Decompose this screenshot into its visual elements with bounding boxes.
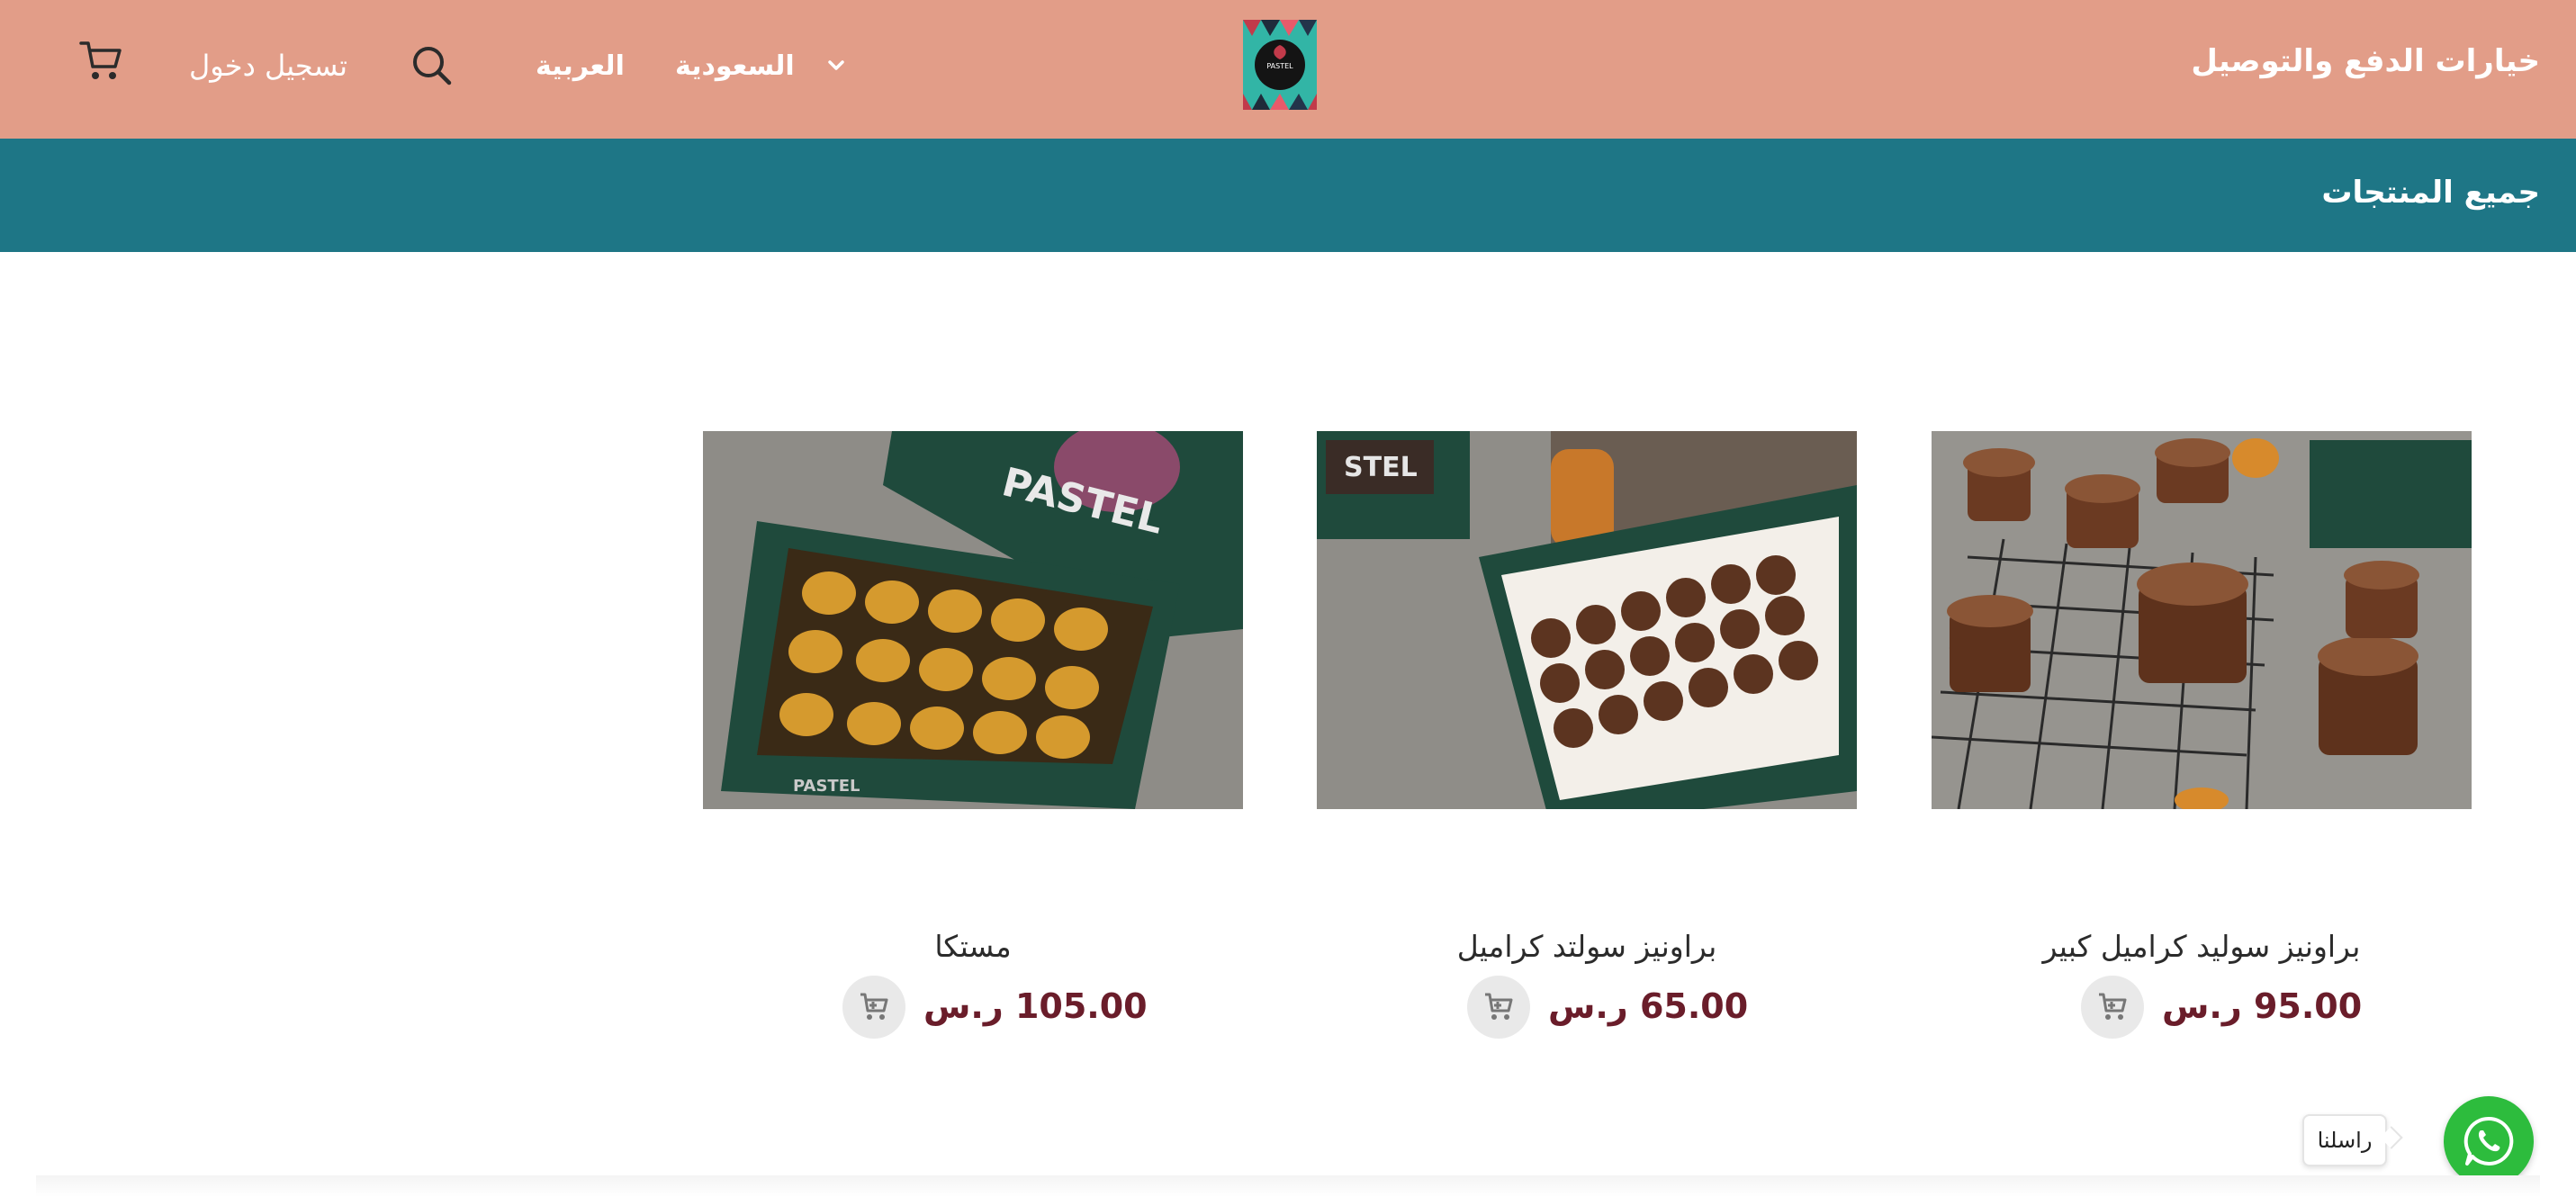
footer-edge <box>36 1175 2540 1197</box>
svg-text:PASTEL: PASTEL <box>793 777 860 796</box>
add-to-cart-button[interactable] <box>842 976 905 1039</box>
language-selector[interactable]: العربية <box>536 50 625 82</box>
logo-text: PASTEL <box>1266 62 1293 70</box>
cart-icon <box>2099 993 2127 1020</box>
category-bar: جميع المنتجات <box>0 139 2576 252</box>
category-title: جميع المنتجات <box>2321 175 2540 211</box>
add-to-cart-button[interactable] <box>1467 976 1530 1039</box>
whatsapp-button[interactable] <box>2444 1096 2534 1186</box>
product-name[interactable]: براونيز سوليد كراميل كبير <box>1932 929 2472 964</box>
chat-label[interactable]: راسلنا <box>2302 1114 2387 1166</box>
product-card[interactable]: PASTEL PASTEL مستكا 105.00 ر.س <box>703 431 1243 1043</box>
product-image[interactable]: STEL <box>1317 431 1857 809</box>
product-price: 105.00 ر.س <box>923 986 1148 1026</box>
price-row: 95.00 ر.س <box>1932 976 2472 1039</box>
product-name[interactable]: براونيز سولتد كراميل <box>1317 929 1857 964</box>
cart-icon <box>1485 993 1513 1020</box>
country-selector[interactable]: السعودية <box>675 50 795 82</box>
cart-icon <box>860 993 888 1020</box>
cart-icon[interactable] <box>77 38 126 85</box>
chevron-down-icon[interactable] <box>821 50 851 81</box>
pastel-logo[interactable]: PASTEL <box>1243 20 1317 110</box>
price-row: 65.00 ر.س <box>1317 976 1857 1039</box>
product-name[interactable]: مستكا <box>703 929 1243 964</box>
product-card[interactable]: STEL براونيز سولتد كراميل 65.00 ر.س <box>1317 431 1857 1043</box>
product-image[interactable]: PASTEL PASTEL <box>703 431 1243 809</box>
price-row: 105.00 ر.س <box>703 976 1243 1039</box>
payment-delivery-link[interactable]: خيارات الدفع والتوصيل <box>2191 43 2540 79</box>
product-price: 65.00 ر.س <box>1548 986 1749 1026</box>
product-card[interactable]: براونيز سوليد كراميل كبير 95.00 ر.س <box>1932 431 2472 1043</box>
whatsapp-icon <box>2463 1116 2514 1166</box>
product-price: 95.00 ر.س <box>2162 986 2363 1026</box>
add-to-cart-button[interactable] <box>2081 976 2144 1039</box>
login-link[interactable]: تسجيل دخول <box>189 49 347 83</box>
svg-text:STEL: STEL <box>1344 452 1418 483</box>
product-image[interactable] <box>1932 431 2472 809</box>
site-header: خيارات الدفع والتوصيل PASTEL السعودية ال… <box>0 0 2576 139</box>
search-icon[interactable] <box>410 43 455 88</box>
